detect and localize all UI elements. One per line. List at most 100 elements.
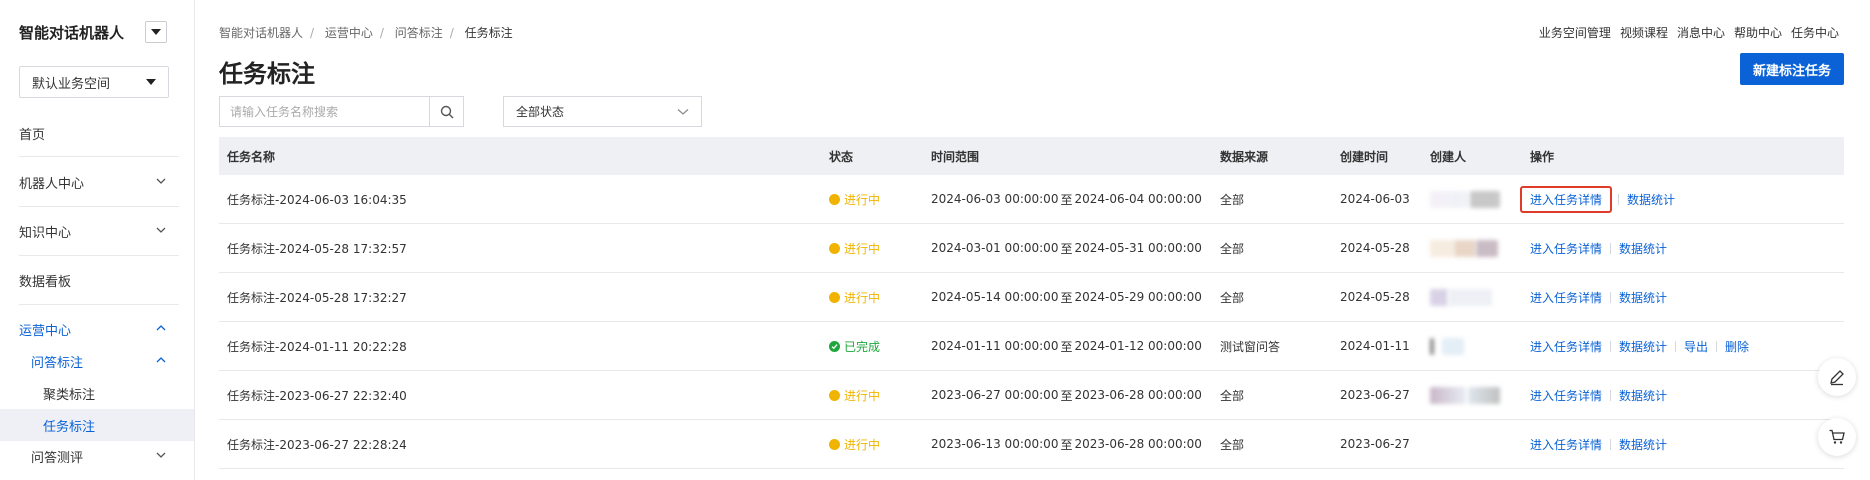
- table-row: 任务标注-2023-06-27 22:28:24 进行中 2023-06-13 …: [219, 420, 1844, 469]
- enter-task-detail-link[interactable]: 进入任务详情: [1530, 338, 1602, 355]
- sidebar-item-ops-center[interactable]: 运营中心: [0, 313, 194, 345]
- row-actions: 进入任务详情 数据统计 导出 删除: [1530, 322, 1749, 370]
- column-header: 状态: [829, 149, 854, 164]
- status-label: 进行中: [844, 241, 881, 256]
- sidebar-item-label: 首页: [19, 127, 46, 143]
- chevron-down-icon: [156, 452, 166, 458]
- sidebar-divider: [19, 255, 179, 256]
- caret-down-icon: [151, 29, 161, 35]
- cart-float-button[interactable]: [1818, 418, 1856, 456]
- op-divider: [1675, 340, 1677, 352]
- search-button[interactable]: [429, 97, 463, 126]
- status-label: 进行中: [844, 388, 881, 403]
- check-icon: [829, 340, 840, 352]
- chevron-down-icon: [677, 108, 689, 115]
- column-header: 数据来源: [1220, 149, 1269, 164]
- status-label: 进行中: [844, 290, 881, 305]
- row-actions: 进入任务详情 数据统计: [1530, 371, 1667, 419]
- enter-task-detail-link[interactable]: 进入任务详情: [1530, 436, 1602, 453]
- sidebar-item-label: 数据看板: [19, 274, 72, 290]
- creator-blurred: [1430, 337, 1434, 355]
- row-actions: 进入任务详情 数据统计: [1520, 175, 1675, 223]
- sidebar-divider: [19, 156, 179, 157]
- edit-float-button[interactable]: [1818, 358, 1856, 396]
- workspace-toggle-button[interactable]: [145, 21, 167, 43]
- created-date: 2024-01-11: [1340, 339, 1410, 353]
- range-start: 2024-05-14 00:00:00: [931, 290, 1059, 304]
- creator-blurred: [1430, 288, 1448, 306]
- row-actions: 进入任务详情 数据统计: [1530, 420, 1667, 468]
- search-input[interactable]: [220, 97, 429, 126]
- new-annotation-task-button[interactable]: 新建标注任务: [1740, 53, 1844, 85]
- range-end: 2024-05-29 00:00:00: [1074, 290, 1202, 304]
- video-course-link[interactable]: 视频课程: [1620, 24, 1668, 41]
- time-range: 2024-03-01 00:00:00 至 2024-05-31 00:00:0…: [931, 224, 1202, 272]
- time-range: 2024-05-14 00:00:00 至 2024-05-29 00:00:0…: [931, 273, 1202, 321]
- breadcrumb: 智能对话机器人 / 运营中心 / 问答标注 / 任务标注: [219, 26, 513, 40]
- sidebar-item-cluster-annotation[interactable]: 聚类标注: [0, 377, 194, 409]
- range-end: 2024-05-31 00:00:00: [1074, 241, 1202, 255]
- range-end: 2024-06-04 00:00:00: [1074, 192, 1202, 206]
- enter-task-detail-link[interactable]: 进入任务详情: [1520, 185, 1613, 213]
- status-badge: 进行中: [829, 420, 880, 468]
- status-label: 进行中: [844, 437, 881, 452]
- creator-avatar: [1430, 322, 1464, 370]
- help-center-link[interactable]: 帮助中心: [1734, 24, 1782, 41]
- sidebar-item-home[interactable]: 首页: [0, 117, 194, 149]
- status-badge: 进行中: [829, 371, 880, 419]
- search-icon: [440, 105, 453, 118]
- caret-down-icon: [146, 79, 156, 85]
- data-stats-link[interactable]: 数据统计: [1619, 436, 1667, 453]
- export-link[interactable]: 导出: [1684, 338, 1708, 355]
- table-row: 任务标注-2024-01-11 20:22:28 已完成 2024-01-11 …: [219, 322, 1844, 371]
- breadcrumb-item[interactable]: 运营中心: [325, 26, 373, 40]
- creator-blurred: [1454, 239, 1476, 257]
- column-header: 任务名称: [227, 149, 276, 164]
- creator-avatar: [1430, 371, 1500, 419]
- enter-task-detail-link[interactable]: 进入任务详情: [1530, 289, 1602, 306]
- op-divider: [1610, 438, 1612, 450]
- data-stats-link[interactable]: 数据统计: [1619, 387, 1667, 404]
- workspace-manage-link[interactable]: 业务空间管理: [1539, 24, 1611, 41]
- creator-blurred: [1430, 190, 1468, 208]
- status-badge: 进行中: [829, 224, 880, 272]
- sidebar-item-task-annotation[interactable]: 任务标注: [0, 409, 194, 441]
- breadcrumb-item[interactable]: 智能对话机器人: [219, 26, 303, 40]
- range-sep: 至: [1060, 388, 1073, 403]
- enter-task-detail-link[interactable]: 进入任务详情: [1530, 387, 1602, 404]
- data-stats-link[interactable]: 数据统计: [1619, 289, 1667, 306]
- workspace-select[interactable]: 默认业务空间: [19, 66, 169, 98]
- column-header: 创建时间: [1340, 149, 1389, 164]
- enter-task-detail-link[interactable]: 进入任务详情: [1530, 240, 1602, 257]
- sidebar-item-qa-annotation[interactable]: 问答标注: [0, 345, 194, 377]
- op-divider: [1610, 291, 1612, 303]
- sidebar-item-label: 聚类标注: [43, 387, 96, 403]
- breadcrumb-item[interactable]: 问答标注: [395, 26, 443, 40]
- data-stats-link[interactable]: 数据统计: [1627, 191, 1675, 208]
- task-name: 任务标注-2023-06-27 22:28:24: [227, 437, 407, 452]
- creator-blurred: [1430, 386, 1466, 404]
- status-filter-select[interactable]: 全部状态: [503, 96, 702, 127]
- status-label: 进行中: [844, 192, 881, 207]
- task-center-link[interactable]: 任务中心: [1791, 24, 1839, 41]
- creator-blurred: [1476, 239, 1498, 257]
- status-badge: 已完成: [829, 322, 880, 370]
- data-source: 测试窗问答: [1220, 339, 1281, 354]
- range-sep: 至: [1060, 437, 1073, 452]
- sidebar-item-qa-evaluation[interactable]: 问答测评: [0, 440, 194, 472]
- delete-link[interactable]: 删除: [1725, 338, 1749, 355]
- message-center-link[interactable]: 消息中心: [1677, 24, 1725, 41]
- sidebar-item-bot-center[interactable]: 机器人中心: [0, 166, 194, 198]
- range-sep: 至: [1060, 241, 1073, 256]
- data-stats-link[interactable]: 数据统计: [1619, 338, 1667, 355]
- range-start: 2024-03-01 00:00:00: [931, 241, 1059, 255]
- sidebar-item-knowledge-center[interactable]: 知识中心: [0, 215, 194, 247]
- task-name: 任务标注-2024-05-28 17:32:27: [227, 290, 407, 305]
- data-stats-link[interactable]: 数据统计: [1619, 240, 1667, 257]
- time-range: 2024-06-03 00:00:00 至 2024-06-04 00:00:0…: [931, 175, 1202, 223]
- created-date: 2024-05-28: [1340, 241, 1410, 255]
- range-start: 2023-06-27 00:00:00: [931, 388, 1059, 402]
- sidebar-item-label: 机器人中心: [19, 176, 85, 192]
- sidebar-item-data-board[interactable]: 数据看板: [0, 264, 194, 296]
- task-name: 任务标注-2024-01-11 20:22:28: [227, 339, 407, 354]
